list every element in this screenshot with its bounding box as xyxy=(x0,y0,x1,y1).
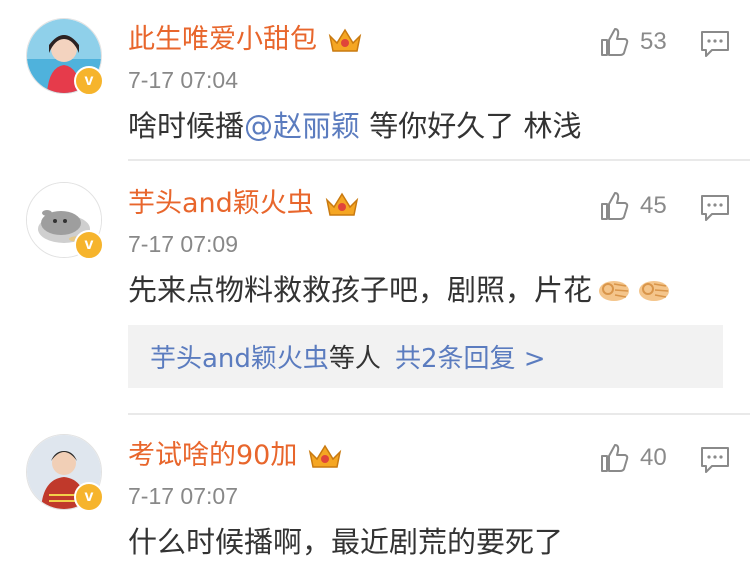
ok-hand-emoji xyxy=(639,281,670,301)
comment-item: v 考试啥的90加 7-17 07:07 40 什么时候播啊，最近剧荒的要死了 xyxy=(0,416,750,579)
vip-crown-icon xyxy=(325,192,359,216)
comment-item: v 此生唯爱小甜包 7-17 07:04 53 啥时候播@赵丽颖 等你好久了 林… xyxy=(0,0,750,162)
comment-item: v 芋头and颖火虫 7-17 07:09 45 先来点物料救救孩子吧，剧照，片… xyxy=(0,164,750,415)
reply-author[interactable]: 芋头and颖火虫 xyxy=(150,338,329,375)
username[interactable]: 芋头and颖火虫 xyxy=(128,186,314,222)
comment-time: 7-17 07:09 xyxy=(128,231,238,257)
avatar[interactable]: v xyxy=(26,18,104,96)
verified-badge-icon: v xyxy=(74,66,104,96)
thumbs-up-icon xyxy=(601,444,629,472)
mention-link[interactable]: @赵丽颖 xyxy=(244,109,360,143)
divider xyxy=(128,159,750,161)
reply-label: 等人 xyxy=(328,344,381,374)
vip-crown-icon xyxy=(309,444,342,468)
ok-hand-emoji xyxy=(599,281,630,301)
vip-crown-icon xyxy=(328,28,362,52)
divider xyxy=(128,413,750,415)
avatar[interactable]: v xyxy=(26,434,104,512)
avatar[interactable]: v xyxy=(26,182,104,260)
verified-badge-icon: v xyxy=(74,230,104,260)
comment-time: 7-17 07:04 xyxy=(128,67,238,93)
username[interactable]: 此生唯爱小甜包 xyxy=(128,22,317,58)
like-button[interactable]: 40 xyxy=(598,442,667,474)
like-count: 45 xyxy=(640,192,667,219)
like-count: 40 xyxy=(640,444,667,471)
thumbs-up-icon xyxy=(601,192,629,220)
thumbs-up-icon xyxy=(601,28,629,56)
like-button[interactable]: 45 xyxy=(598,190,667,222)
like-button[interactable]: 53 xyxy=(598,26,667,58)
reply-comment-icon[interactable] xyxy=(700,30,730,58)
comment-time: 7-17 07:07 xyxy=(128,483,238,509)
comment-text: 啥时候播@赵丽颖 等你好久了 林浅 xyxy=(128,109,582,143)
reply-comment-icon[interactable] xyxy=(700,194,730,222)
comment-text: 什么时候播啊，最近剧荒的要死了 xyxy=(128,525,564,559)
reply-summary[interactable]: 芋头and颖火虫 等人 共2条回复 > xyxy=(128,325,723,388)
like-count: 53 xyxy=(640,28,667,55)
reply-comment-icon[interactable] xyxy=(700,446,730,474)
comment-text: 先来点物料救救孩子吧，剧照，片花 xyxy=(128,270,672,310)
view-replies-link[interactable]: 共2条回复 > xyxy=(395,338,546,375)
verified-badge-icon: v xyxy=(74,482,104,512)
username[interactable]: 考试啥的90加 xyxy=(128,438,297,474)
